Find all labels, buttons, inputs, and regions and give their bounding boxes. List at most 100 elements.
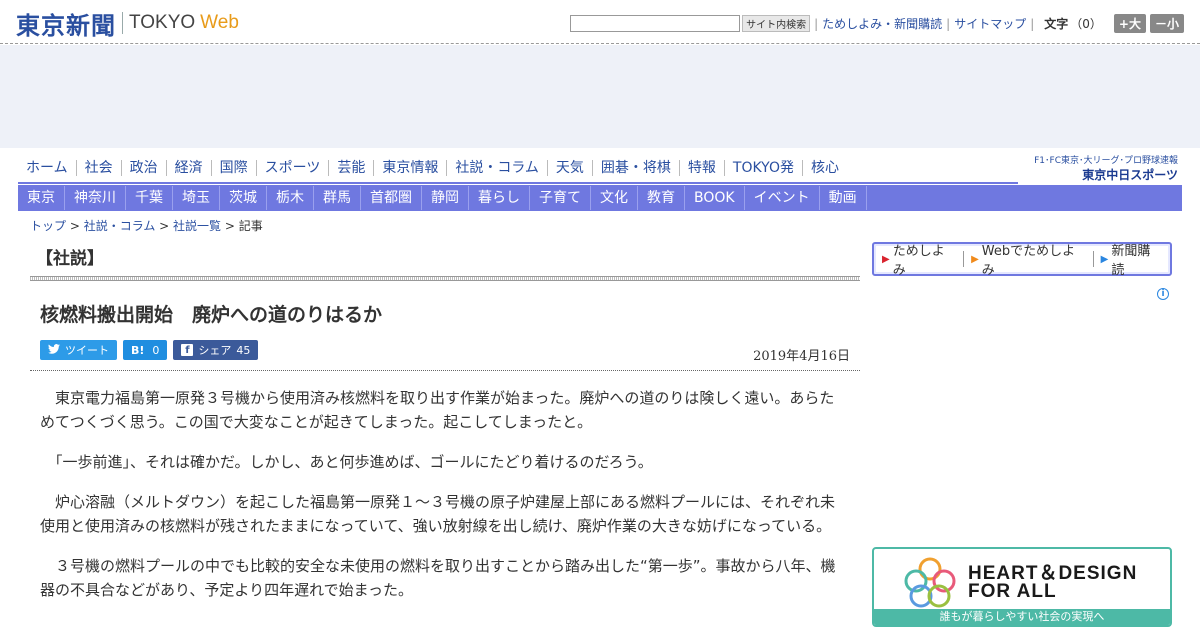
font-size-value: （0） [1070, 17, 1102, 31]
breadcrumb-editorial[interactable]: 社説・コラム [84, 219, 156, 233]
ad-info-icon[interactable]: i [1157, 288, 1169, 300]
facebook-share-label: シェア [198, 344, 232, 357]
topic-parenting[interactable]: 子育て [530, 186, 591, 210]
subscribe-box: ▶ ためしよみ ▶ Webでためしよみ ▶ 新聞購読 [872, 240, 1172, 278]
site-logo[interactable]: 東京新聞 TOKYO Web [16, 8, 239, 40]
font-larger-button[interactable]: +大 [1113, 14, 1146, 33]
divider: | [814, 16, 819, 31]
site-header: 東京新聞 TOKYO Web サイト内検索 | ためしよみ・新聞購読 | サイト… [0, 0, 1200, 44]
topic-education[interactable]: 教育 [638, 186, 685, 210]
region-chiba[interactable]: 千葉 [126, 186, 173, 210]
region-gunma[interactable]: 群馬 [314, 186, 361, 210]
nav-item-special[interactable]: 特報 [680, 160, 725, 176]
breadcrumb: トップ > 社説・コラム > 社説一覧 > 記事 [30, 217, 263, 234]
banner-headline-2: FOR ALL [968, 581, 1057, 602]
topic-living[interactable]: 暮らし [469, 186, 530, 210]
divider [1092, 251, 1094, 267]
share-buttons: ツイート B! 0 f シェア 45 [40, 340, 259, 360]
banner-tagline: 誰もが暮らしやすい社会の実現へ [874, 609, 1170, 625]
logo-web: Web [200, 12, 239, 33]
arrow-right-icon: ▶ [882, 253, 890, 265]
breadcrumb-sep: > [66, 219, 84, 233]
hatena-bookmark-button[interactable]: B! 0 [123, 340, 168, 360]
region-ibaraki[interactable]: 茨城 [220, 186, 267, 210]
chunichi-tagline: F1･FC東京･大リーグ･プロ野球速報 [1034, 156, 1178, 166]
facebook-share-button[interactable]: f シェア 45 [173, 340, 259, 360]
heart-design-banner[interactable]: HEART＆DESIGN FOR ALL 誰もが暮らしやすい社会の実現へ [872, 547, 1172, 627]
trial-subscribe-link[interactable]: ためしよみ・新聞購読 [822, 15, 942, 32]
trial-read-link[interactable]: ▶ ためしよみ [882, 240, 956, 278]
topic-book[interactable]: BOOK [685, 186, 745, 210]
main-nav: ホーム 社会 政治 経済 国際 スポーツ 芸能 東京情報 社説・コラム 天気 囲… [18, 156, 1018, 184]
nav-item-international[interactable]: 国際 [212, 160, 257, 176]
breadcrumb-editorial-list[interactable]: 社説一覧 [173, 219, 221, 233]
article-paragraph: ３号機の燃料プールの中でも比較的安全な未使用の燃料を取り出すことから踏み出した“… [40, 557, 836, 599]
site-search-input[interactable] [570, 15, 741, 32]
nav-item-politics[interactable]: 政治 [122, 160, 167, 176]
subscribe-label: 新聞購読 [1111, 244, 1151, 278]
nav-item-home[interactable]: ホーム [18, 160, 77, 176]
logo-tokyo: TOKYO [129, 12, 196, 33]
nav-item-weather[interactable]: 天気 [548, 160, 593, 176]
facebook-icon: f [181, 344, 194, 356]
flower-logo-icon [904, 557, 956, 608]
arrow-right-icon: ▶ [1100, 253, 1109, 265]
arrow-right-icon: ▶ [971, 253, 979, 265]
facebook-share-count: 45 [236, 343, 251, 357]
divider: | [946, 16, 951, 31]
hatena-count: 0 [152, 343, 160, 357]
divider [963, 251, 965, 267]
nav-item-core[interactable]: 核心 [803, 160, 847, 176]
region-nav: 東京 神奈川 千葉 埼玉 茨城 栃木 群馬 首都圏 静岡 暮らし 子育て 文化 … [18, 185, 1182, 211]
sitemap-link[interactable]: サイトマップ [954, 15, 1026, 32]
subscribe-link[interactable]: ▶ 新聞購読 [1101, 240, 1162, 278]
chunichi-logo: 東京中日スポーツ [1082, 168, 1178, 182]
article-date: 2019年4月16日 [753, 349, 850, 364]
article-divider [30, 370, 860, 371]
section-label: 【社説】 [36, 249, 104, 269]
breadcrumb-sep: > [155, 219, 174, 233]
article-paragraph: 東京電力福島第一原発３号機から使用済み核燃料を取り出す作業が始まった。廃炉への道… [40, 389, 835, 431]
logo-divider [122, 12, 123, 34]
web-trial-read-label: Webでためしよみ [981, 244, 1076, 278]
article-paragraph: 炉心溶融（メルトダウン）を起こした福島第一原発１～３号機の原子炉建屋上部にある燃… [40, 493, 836, 535]
region-tochigi[interactable]: 栃木 [267, 186, 314, 210]
article-body: 東京電力福島第一原発３号機から使用済み核燃料を取り出す作業が始まった。廃炉への道… [40, 386, 840, 618]
breadcrumb-current: 記事 [238, 219, 263, 233]
nav-item-entertainment[interactable]: 芸能 [329, 160, 375, 176]
region-saitama[interactable]: 埼玉 [173, 186, 220, 210]
article-title: 核燃料搬出開始 廃炉への道のりはるか [40, 304, 383, 326]
advertisement-area [0, 45, 1200, 148]
nav-item-economy[interactable]: 経済 [167, 160, 212, 176]
region-kanagawa[interactable]: 神奈川 [65, 186, 126, 210]
topic-events[interactable]: イベント [745, 186, 820, 210]
utility-bar: サイト内検索 | ためしよみ・新聞購読 | サイトマップ | 文字 （0） +大… [570, 14, 1184, 33]
region-shutoken[interactable]: 首都圏 [361, 186, 422, 210]
topic-video[interactable]: 動画 [820, 186, 867, 210]
divider: | [1030, 16, 1035, 31]
nav-item-editorial[interactable]: 社説・コラム [447, 160, 548, 176]
logo-kanji: 東京新聞 [16, 10, 116, 40]
section-divider [30, 276, 860, 281]
twitter-bird-icon [48, 343, 60, 357]
font-smaller-button[interactable]: －小 [1149, 14, 1184, 33]
topic-culture[interactable]: 文化 [591, 186, 638, 210]
breadcrumb-top[interactable]: トップ [30, 219, 66, 233]
region-tokyo[interactable]: 東京 [18, 186, 65, 210]
hatena-icon: B! [131, 343, 145, 357]
tweet-label: ツイート [65, 344, 109, 357]
nav-item-go-shogi[interactable]: 囲碁・将棋 [593, 160, 680, 176]
article-paragraph: 「一歩前進」、それは確かだ。しかし、あと何歩進めば、ゴールにたどり着けるのだろう… [40, 453, 653, 471]
site-search-button[interactable]: サイト内検索 [742, 15, 811, 32]
tweet-button[interactable]: ツイート [40, 340, 117, 360]
trial-read-label: ためしよみ [892, 244, 945, 278]
nav-item-tokyo-hatsu[interactable]: TOKYO発 [725, 160, 803, 176]
nav-item-sports[interactable]: スポーツ [257, 160, 330, 176]
font-size-label: 文字 [1044, 17, 1069, 31]
web-trial-read-link[interactable]: ▶ Webでためしよみ [971, 240, 1086, 278]
nav-item-tokyo-info[interactable]: 東京情報 [374, 160, 448, 176]
chunichi-sports-link[interactable]: F1･FC東京･大リーグ･プロ野球速報 東京中日スポーツ [1034, 153, 1178, 183]
region-shizuoka[interactable]: 静岡 [422, 186, 469, 210]
breadcrumb-sep: > [221, 219, 239, 233]
nav-item-society[interactable]: 社会 [77, 160, 122, 176]
